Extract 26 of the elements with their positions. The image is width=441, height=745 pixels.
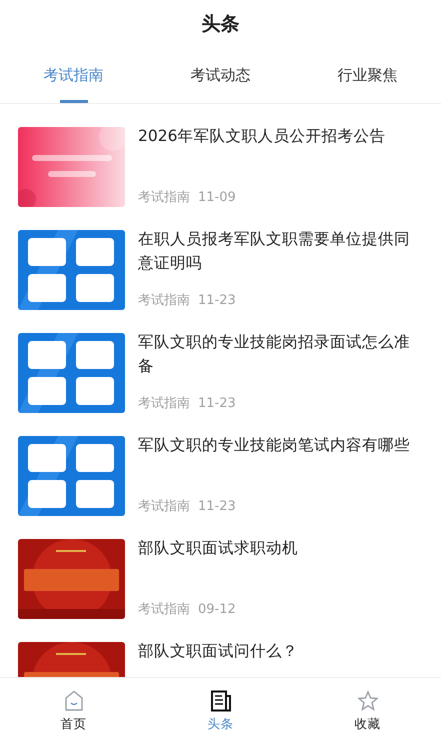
category-tab[interactable]: 考试动态	[147, 48, 294, 103]
news-icon	[210, 690, 232, 712]
article-category: 考试指南	[138, 498, 190, 516]
article-date: 11-23	[198, 292, 236, 310]
article-category: 考试指南	[138, 394, 190, 412]
star-icon	[356, 690, 378, 712]
article-category: 考试指南	[138, 600, 190, 618]
nav-tab[interactable]: 头条	[147, 678, 294, 745]
article-title[interactable]: 2026年军队文职人员公开招考公告	[138, 124, 415, 148]
home-icon	[64, 690, 84, 712]
article-date: 11-23	[198, 498, 236, 516]
article-date: 11-09	[198, 188, 236, 206]
article-date: 11-23	[198, 394, 236, 412]
category-tab[interactable]: 考试指南	[0, 48, 147, 103]
article-title[interactable]: 部队文职面试问什么？	[138, 639, 415, 664]
article-title[interactable]: 军队文职的专业技能岗笔试内容有哪些	[138, 433, 415, 458]
nav-tab[interactable]: 首页	[0, 678, 147, 745]
article-date: 09-12	[198, 600, 236, 618]
article-title[interactable]: 部队文职面试求职动机	[138, 536, 415, 560]
page-title: 头条	[202, 12, 240, 37]
article-title[interactable]: 军队文职的专业技能岗招录面试怎么准备	[138, 330, 415, 378]
nav-tab[interactable]: 收藏	[294, 678, 441, 745]
category-tab[interactable]: 行业聚焦	[294, 48, 441, 103]
article-category: 考试指南	[138, 292, 190, 310]
article-title[interactable]: 在职人员报考军队文职需要单位提供同意证明吗	[138, 227, 415, 276]
article-category: 考试指南	[138, 188, 190, 206]
